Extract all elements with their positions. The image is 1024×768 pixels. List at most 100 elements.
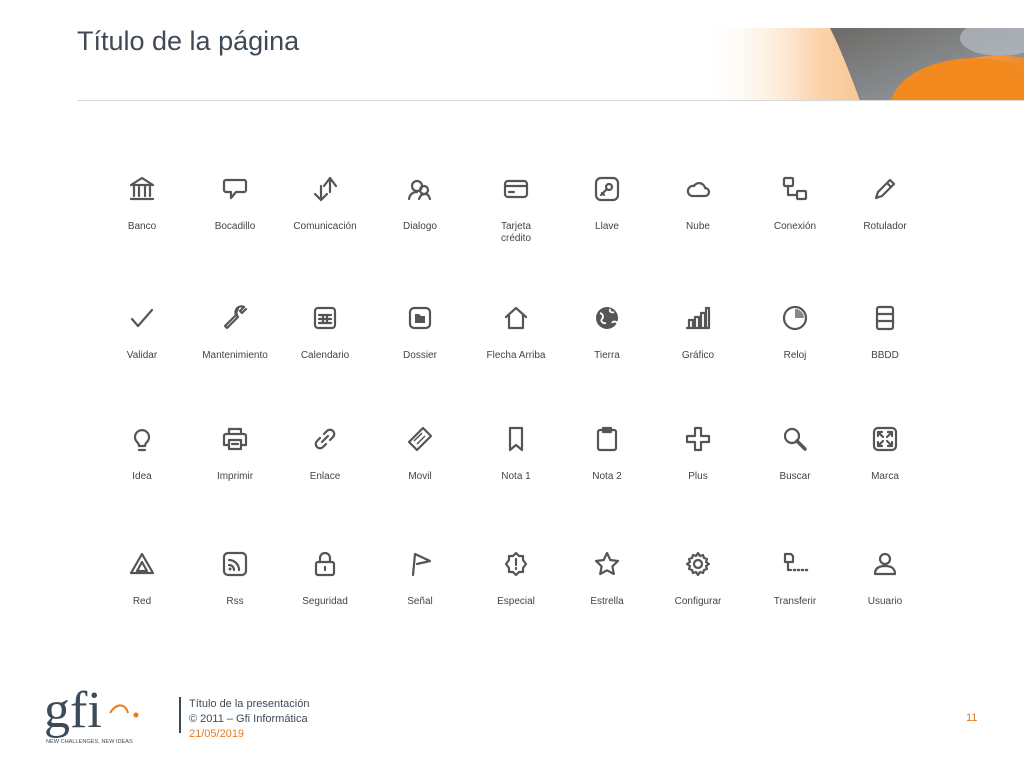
globe-icon: [557, 303, 657, 333]
icon-grid: Banco Bocadillo Comunicación Dialogo Tarjeta…: [0, 0, 1024, 768]
icon-label: Enlace: [309, 471, 341, 482]
icon-label: Conexión: [773, 221, 817, 232]
icon-tile-14: Flecha Arriba: [466, 303, 566, 362]
icon-label: Llave: [595, 221, 619, 232]
icon-tile-3: Comunicación: [275, 174, 375, 233]
icon-tile-8: Conexión: [745, 174, 845, 233]
icon-label: Usuario: [867, 596, 903, 607]
icon-tile-1: Banco: [92, 174, 192, 233]
user-icon: [835, 549, 935, 579]
icon-tile-31: Señal: [370, 549, 470, 608]
icon-tile-16: Gráfico: [648, 303, 748, 362]
icon-tile-21: Enlace: [275, 424, 375, 483]
star-icon: [557, 549, 657, 579]
icon-label: Mantenimiento: [202, 350, 268, 361]
icon-tile-15: Tierra: [557, 303, 657, 362]
icon-label: Tarjeta crédito: [500, 221, 531, 244]
special-badge-icon: [466, 549, 566, 579]
icon-label: Señal: [407, 596, 433, 607]
icon-tile-12: Calendario: [275, 303, 375, 362]
icon-tile-9: Rotulador: [835, 174, 935, 233]
icon-label: Movil: [408, 471, 432, 482]
search-icon: [745, 424, 845, 454]
icon-label: Rotulador: [863, 221, 907, 232]
marker-pen-icon: [835, 174, 935, 204]
presentation-title: Título de la presentación: [189, 698, 310, 710]
icon-label: Marca: [871, 471, 899, 482]
icon-label: Banco: [127, 221, 157, 232]
icon-label: Idea: [132, 471, 152, 482]
copyright: © 2011 – Gfi Informática: [189, 713, 308, 725]
icon-tile-6: Llave: [557, 174, 657, 233]
icon-label: BBDD: [871, 350, 899, 361]
connection-icon: [745, 174, 845, 204]
database-icon: [835, 303, 935, 333]
page-number: 11: [966, 712, 978, 724]
icon-label: Rss: [226, 596, 244, 607]
icon-label: Dossier: [403, 350, 437, 361]
mobile-icon: [370, 424, 470, 454]
calendar-icon: [275, 303, 375, 333]
icon-label: Seguridad: [302, 596, 348, 607]
fullscreen-icon: [835, 424, 935, 454]
folder-icon: [370, 303, 470, 333]
icon-label: Imprimir: [216, 471, 254, 482]
bar-chart-icon: [648, 303, 748, 333]
icon-tile-17: Reloj: [745, 303, 845, 362]
clipboard-icon: [557, 424, 657, 454]
link-icon: [275, 424, 375, 454]
gfi-logo: gfi NEW CHALLENGES, NEW IDEAS: [44, 682, 172, 747]
signal-flag-icon: [370, 549, 470, 579]
communication-icon: [275, 174, 375, 204]
icon-tile-25: Plus: [648, 424, 748, 483]
icon-tile-11: Mantenimiento: [185, 303, 285, 362]
icon-tile-35: Transferir: [745, 549, 845, 608]
icon-label: Estrella: [590, 596, 624, 607]
credit-card-icon: [466, 174, 566, 204]
icon-label: Nube: [686, 221, 710, 232]
icon-tile-27: Marca: [835, 424, 935, 483]
icon-tile-22: Movil: [370, 424, 470, 483]
icon-label: Nota 2: [592, 471, 622, 482]
plus-icon: [648, 424, 748, 454]
icon-label: Buscar: [779, 471, 811, 482]
bookmark-icon: [466, 424, 566, 454]
printer-icon: [185, 424, 285, 454]
icon-tile-2: Bocadillo: [185, 174, 285, 233]
icon-label: Especial: [497, 596, 535, 607]
icon-tile-34: Configurar: [648, 549, 748, 608]
cloud-icon: [648, 174, 748, 204]
icon-label: Dialogo: [403, 221, 437, 232]
rss-icon: [185, 549, 285, 579]
icon-label: Red: [132, 596, 152, 607]
gear-icon: [648, 549, 748, 579]
icon-tile-24: Nota 2: [557, 424, 657, 483]
check-icon: [92, 303, 192, 333]
icon-label: Flecha Arriba: [486, 350, 546, 361]
icon-tile-7: Nube: [648, 174, 748, 233]
footer-divider: [179, 697, 181, 733]
bank-icon: [92, 174, 192, 204]
icon-label: Tierra: [594, 350, 620, 361]
icon-label: Gráfico: [681, 350, 715, 361]
icon-tile-28: Red: [92, 549, 192, 608]
key-icon: [557, 174, 657, 204]
svg-text:NEW CHALLENGES, NEW IDEAS: NEW CHALLENGES, NEW IDEAS: [46, 739, 133, 745]
icon-tile-18: BBDD: [835, 303, 935, 362]
icon-tile-32: Especial: [466, 549, 566, 608]
icon-tile-4: Dialogo: [370, 174, 470, 233]
icon-label: Transferir: [773, 596, 817, 607]
lightbulb-icon: [92, 424, 192, 454]
transfer-icon: [745, 549, 845, 579]
presentation-date: 21/05/2019: [189, 728, 245, 740]
icon-tile-19: Idea: [92, 424, 192, 483]
icon-tile-5: Tarjeta crédito: [466, 174, 566, 245]
footer-info: Título de la presentación © 2011 – Gfi I…: [189, 697, 309, 742]
icon-label: Calendario: [300, 350, 350, 361]
icon-label: Plus: [688, 471, 708, 482]
icon-tile-26: Buscar: [745, 424, 845, 483]
icon-tile-30: Seguridad: [275, 549, 375, 608]
icon-tile-20: Imprimir: [185, 424, 285, 483]
home-arrow-up-icon: [466, 303, 566, 333]
svg-text:gfi: gfi: [44, 683, 102, 739]
